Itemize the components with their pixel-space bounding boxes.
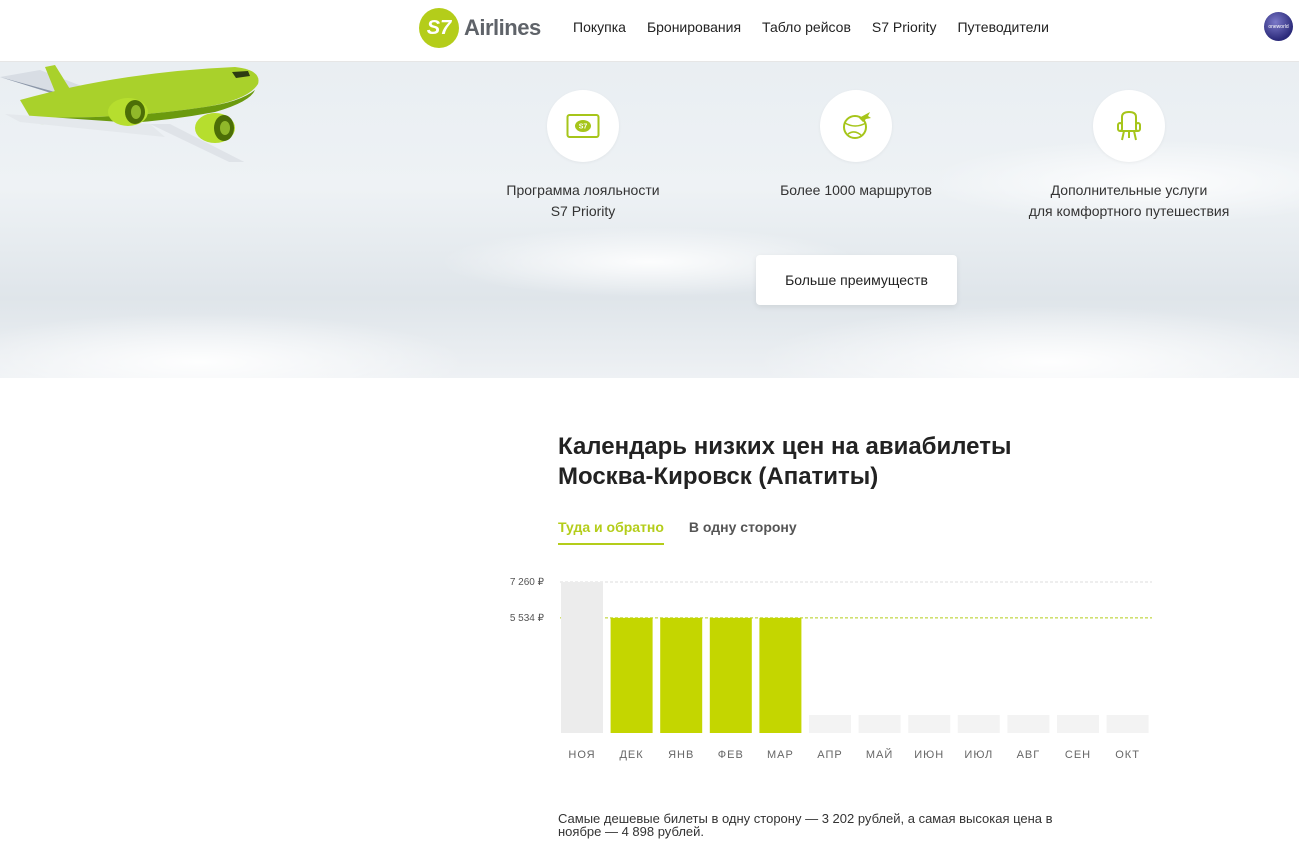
month-label: МАР (767, 749, 794, 761)
feature-services[interactable]: Дополнительные услуги для комфортного пу… (999, 90, 1259, 222)
price-bar[interactable] (660, 617, 703, 733)
logo-text: Airlines (464, 15, 541, 40)
page-title-line-1: Календарь низких цен на авиабилеты (558, 433, 1012, 460)
tab-one-way[interactable]: В одну сторону (689, 519, 797, 545)
s7-logo[interactable]: S7 Airlines (419, 8, 541, 48)
feature-loyalty-text: Программа лояльности S7 Priority (506, 182, 660, 219)
globe-plane-icon (843, 112, 871, 139)
page-title-line-2: Москва-Кировск (Апатиты) (558, 463, 879, 490)
airplane-image (0, 65, 259, 162)
month-label: ФЕВ (718, 749, 744, 761)
trip-type-tabs: Туда и обратно В одну сторону (558, 519, 822, 545)
price-bar[interactable] (1057, 715, 1099, 733)
price-bar[interactable] (858, 715, 901, 733)
month-label: СЕН (1065, 749, 1091, 761)
feature-icon-circle: S7 (547, 90, 619, 162)
logo-mark: S7 (419, 8, 459, 48)
month-label: АВГ (1017, 749, 1041, 761)
price-bar[interactable] (759, 617, 802, 733)
month-label: МАЙ (866, 748, 893, 761)
y-axis-label: 5 534 ₽ (510, 613, 545, 624)
site-header: S7 Airlines Покупка Бронирования Табло р… (0, 0, 1299, 62)
month-label: АПР (817, 749, 842, 761)
price-bar[interactable] (561, 582, 603, 733)
price-bar[interactable] (610, 617, 653, 733)
price-bar[interactable] (709, 617, 752, 733)
nav-item-guides[interactable]: Путеводители (957, 19, 1048, 35)
price-calendar-chart: 7 260 ₽ 5 534 ₽ НОЯ ДЕК ЯНВ ФЕВ МАР АПР МАЙ ИЮН ИЮ… (510, 577, 1152, 761)
price-bar[interactable] (1007, 715, 1050, 733)
s7-card-icon: S7 (566, 114, 600, 138)
month-label: ДЕК (619, 749, 643, 761)
main-nav: Покупка Бронирования Табло рейсов S7 Pri… (573, 19, 1070, 35)
month-label: НОЯ (568, 749, 595, 761)
month-label: ИЮЛ (964, 749, 993, 761)
nav-item-s7-priority[interactable]: S7 Priority (872, 19, 937, 35)
price-bar[interactable] (908, 715, 951, 733)
feature-icon-circle (1093, 90, 1165, 162)
month-label: ОКТ (1115, 749, 1140, 761)
price-bar[interactable] (1106, 715, 1149, 733)
feature-icon-circle (820, 90, 892, 162)
month-label: ИЮН (914, 749, 944, 761)
feature-loyalty[interactable]: S7 Программа лояльности S7 Priority (453, 90, 713, 222)
nav-item-purchase[interactable]: Покупка (573, 19, 626, 35)
feature-services-text: Дополнительные услуги для комфортного пу… (1028, 182, 1230, 219)
y-axis-label: 7 260 ₽ (510, 577, 545, 588)
svg-text:S7: S7 (579, 124, 588, 131)
feature-routes-text: Более 1000 маршрутов (780, 182, 932, 198)
nav-item-flight-board[interactable]: Табло рейсов (762, 19, 851, 35)
month-label: ЯНВ (668, 749, 694, 761)
more-benefits-button[interactable]: Больше преимуществ (756, 255, 957, 305)
oneworld-badge[interactable]: oneworld (1264, 12, 1293, 41)
price-footnote: Самые дешевые билеты в одну сторону — 3 … (558, 811, 1053, 839)
tab-round-trip[interactable]: Туда и обратно (558, 519, 664, 545)
nav-item-bookings[interactable]: Бронирования (647, 19, 741, 35)
feature-routes[interactable]: Более 1000 маршрутов (726, 90, 986, 201)
page-title: Календарь низких цен на авиабилеты Москв… (558, 432, 1011, 492)
seat-icon (1117, 110, 1141, 141)
price-bar[interactable] (809, 715, 851, 733)
hero-banner: S7 Программа лояльности S7 Priority Боле… (0, 62, 1299, 378)
price-bar[interactable] (957, 715, 1000, 733)
